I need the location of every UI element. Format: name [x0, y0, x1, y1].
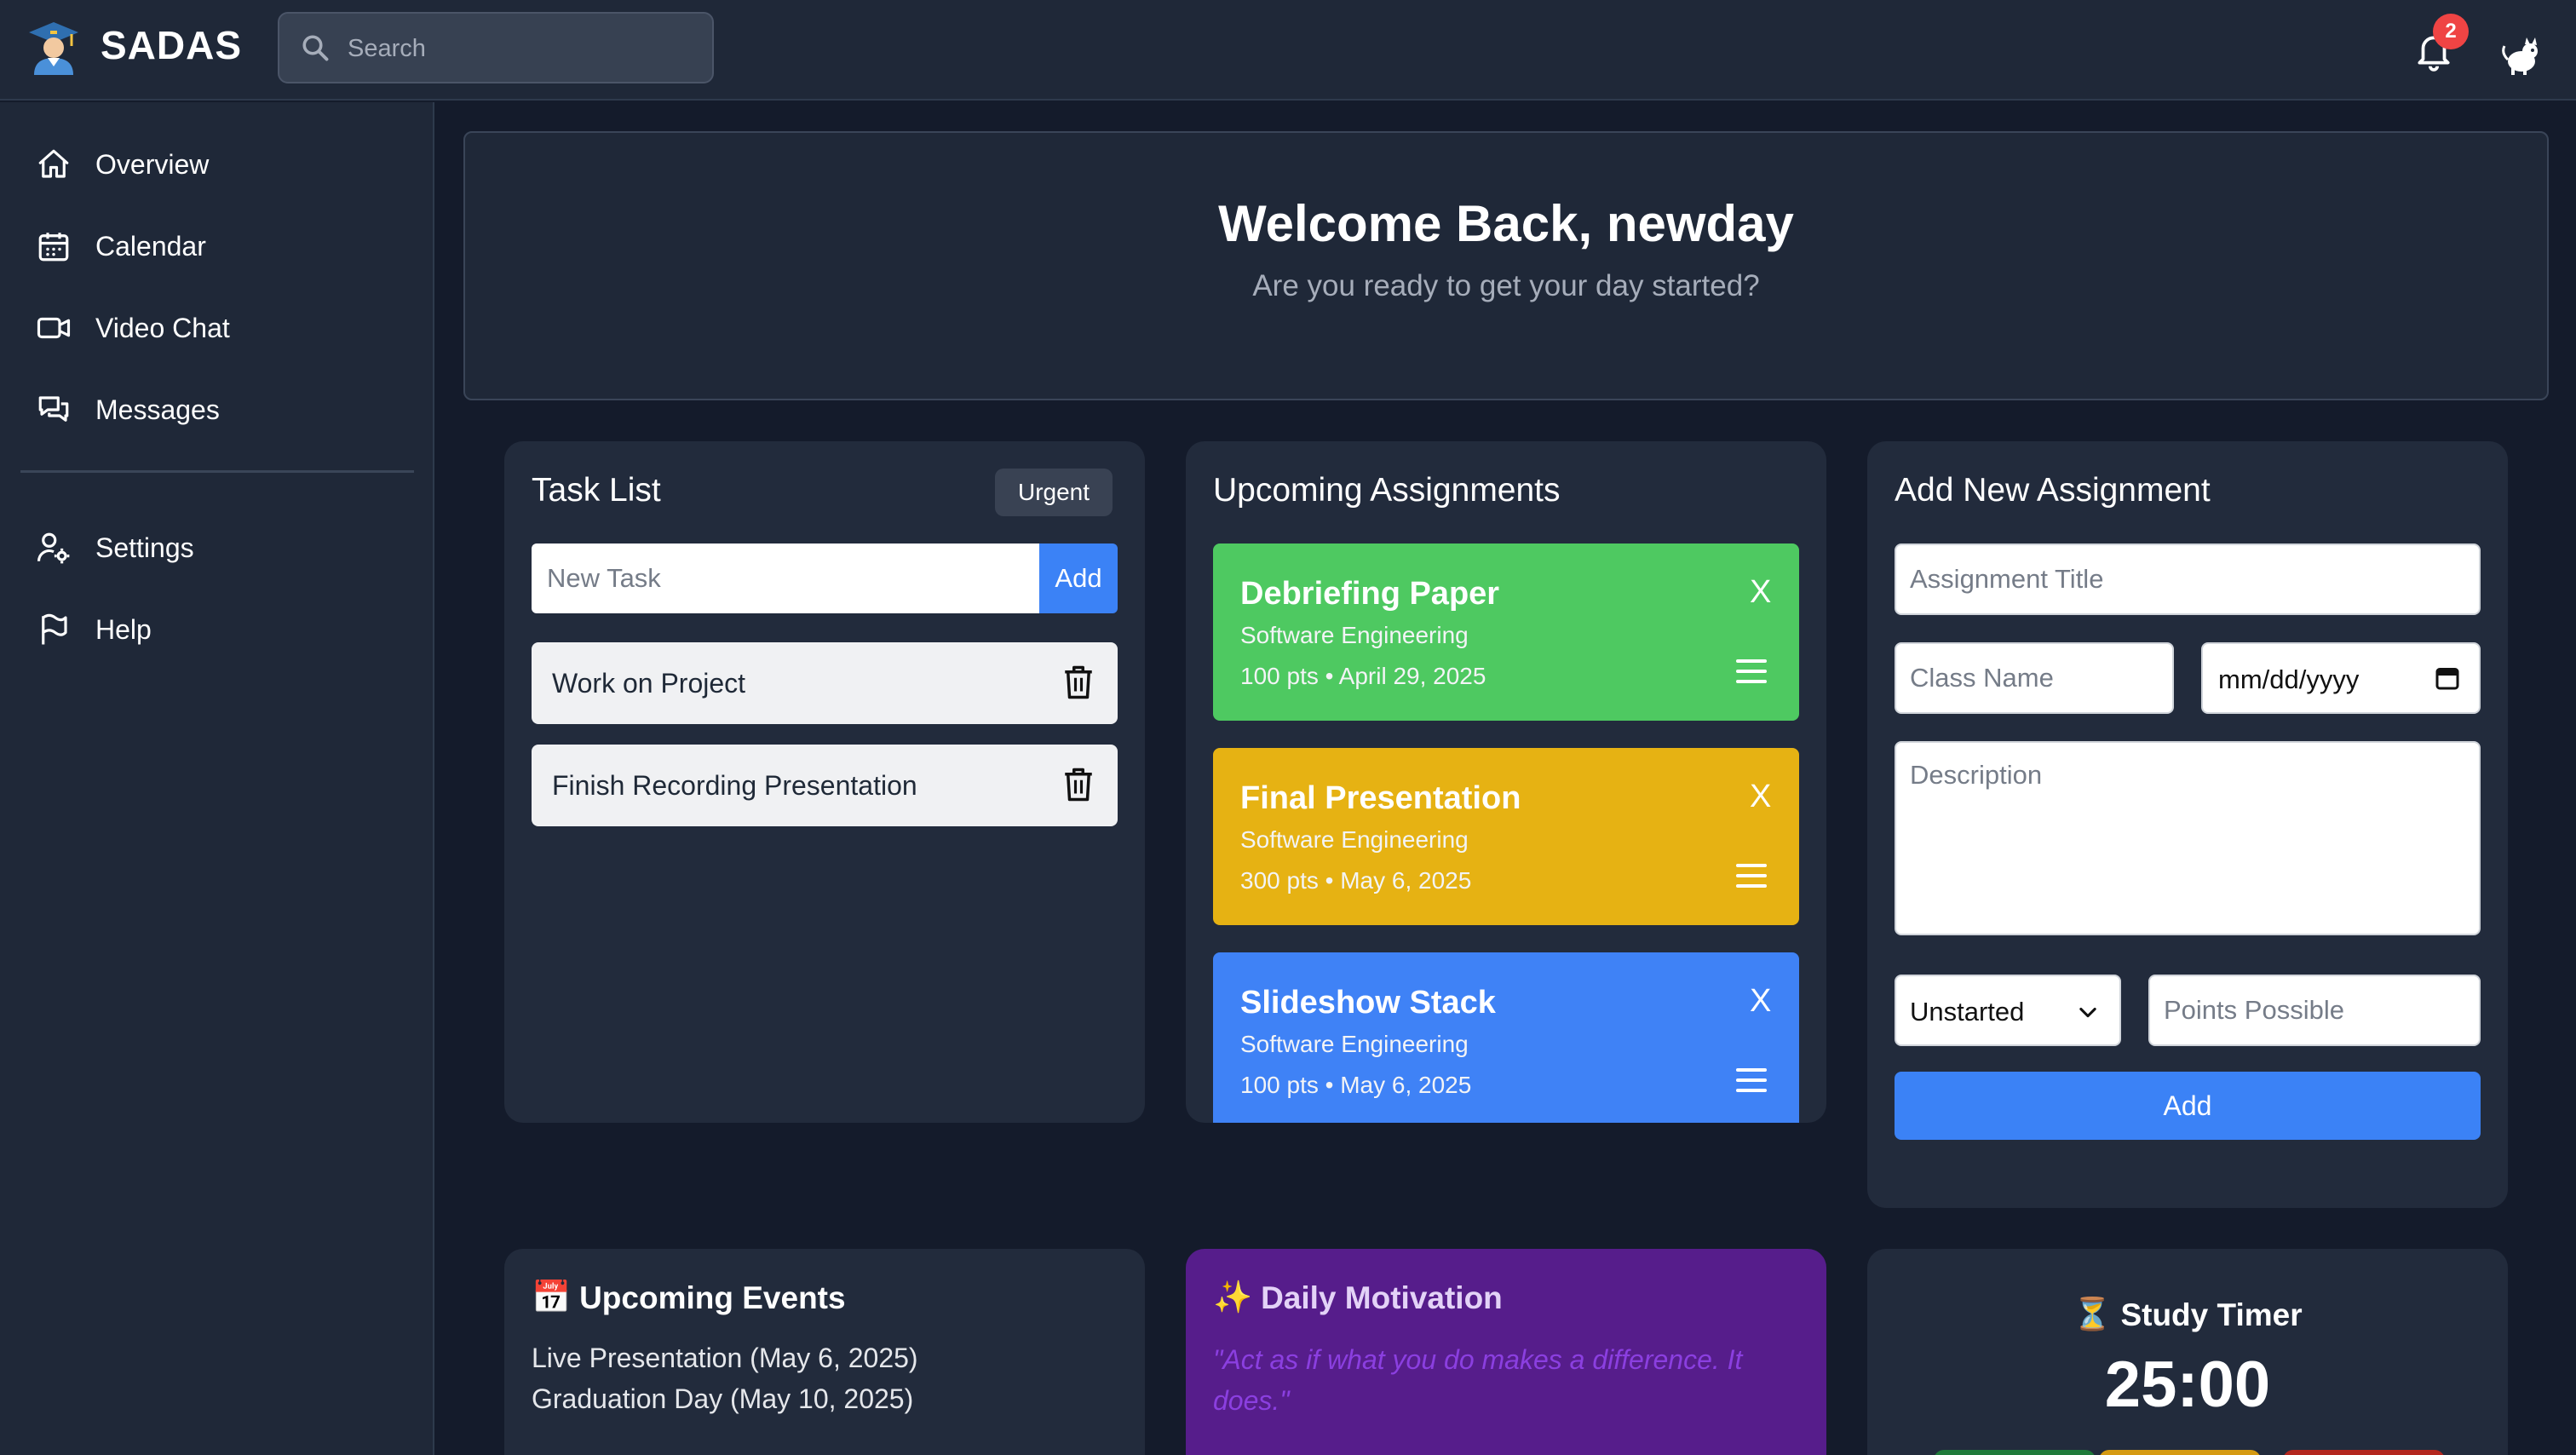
sidebar-item-label: Overview — [95, 148, 210, 180]
sidebar-item-messages[interactable]: Messages — [20, 380, 414, 440]
calendar-icon — [38, 233, 69, 262]
study-timer-card: ⏳ Study Timer 25:00 — [1867, 1249, 2508, 1455]
assignment-close-button[interactable]: X — [1750, 983, 1771, 1020]
date-placeholder: mm/dd/yyyy — [2218, 664, 2360, 694]
top-bar: SADAS 2 — [0, 0, 2576, 101]
add-assignment-title: Add New Assignment — [1895, 472, 2211, 509]
video-icon — [37, 317, 71, 339]
sidebar-item-label: Video Chat — [95, 312, 230, 343]
assignment-title-input[interactable] — [1895, 543, 2481, 615]
add-assignment-card: Add New Assignment mm/dd/yyyy Unstarted … — [1867, 441, 2508, 1208]
assignment-card[interactable]: Slideshow Stack Software Engineering 100… — [1213, 952, 1799, 1123]
points-possible-input[interactable] — [2148, 975, 2481, 1046]
home-icon — [38, 149, 69, 178]
drag-handle-icon[interactable] — [1734, 860, 1768, 891]
status-select[interactable]: Unstarted — [1895, 975, 2121, 1046]
task-label: Finish Recording Presentation — [552, 770, 917, 801]
assignments-title: Upcoming Assignments — [1213, 472, 1561, 509]
search-icon — [302, 35, 329, 61]
sidebar-item-label: Settings — [95, 532, 194, 563]
sidebar-item-calendar[interactable]: Calendar — [20, 216, 414, 276]
welcome-subtitle: Are you ready to get your day started? — [1252, 269, 1760, 302]
timer-reset-button[interactable] — [2283, 1450, 2445, 1455]
assignment-card[interactable]: Debriefing Paper Software Engineering 10… — [1213, 543, 1799, 721]
status-value: Unstarted — [1910, 997, 2025, 1027]
motivation-quote: "Act as if what you do makes a differenc… — [1213, 1344, 1743, 1416]
timer-pause-button[interactable] — [2099, 1450, 2261, 1455]
daily-motivation-card: ✨ Daily Motivation "Act as if what you d… — [1186, 1249, 1826, 1455]
sidebar-item-settings[interactable]: Settings — [20, 518, 414, 578]
assignment-class: Software Engineering — [1240, 826, 1469, 853]
search-box[interactable] — [278, 12, 714, 83]
assignment-class: Software Engineering — [1240, 622, 1469, 648]
trash-icon[interactable] — [1063, 664, 1094, 700]
assignment-title: Debriefing Paper — [1240, 576, 1500, 612]
task-item[interactable]: Work on Project — [532, 642, 1118, 724]
sidebar-item-video-chat[interactable]: Video Chat — [20, 298, 414, 358]
sidebar: Overview Calendar Video Chat Messages Se… — [0, 102, 434, 1455]
task-label: Work on Project — [552, 668, 746, 699]
timer-display: 25:00 — [2104, 1349, 2271, 1421]
assignment-class: Software Engineering — [1240, 1031, 1469, 1057]
class-name-input[interactable] — [1895, 642, 2174, 714]
notification-badge: 2 — [2433, 14, 2469, 49]
chat-icon — [38, 396, 69, 422]
assignment-meta: 100 pts • April 29, 2025 — [1240, 663, 1486, 689]
upcoming-assignments-card: Upcoming Assignments Debriefing Paper So… — [1186, 441, 1826, 1123]
motivation-title: Daily Motivation — [1261, 1280, 1503, 1315]
task-list-title: Task List — [532, 472, 661, 509]
upcoming-events-card: 📅 Upcoming Events Live Presentation (May… — [504, 1249, 1145, 1455]
sidebar-divider — [20, 470, 414, 473]
add-task-button[interactable]: Add — [1039, 543, 1118, 613]
motivation-heading: ✨ Daily Motivation — [1213, 1280, 1503, 1316]
events-heading: 📅 Upcoming Events — [532, 1280, 846, 1316]
hourglass-icon: ⏳ — [2073, 1297, 2113, 1331]
search-input[interactable] — [348, 26, 688, 72]
calendar-emoji-icon: 📅 — [532, 1280, 572, 1314]
description-textarea[interactable] — [1895, 741, 2481, 935]
task-item[interactable]: Finish Recording Presentation — [532, 745, 1118, 826]
assignment-title: Final Presentation — [1240, 780, 1521, 816]
assignment-close-button[interactable]: X — [1750, 574, 1771, 611]
timer-start-button[interactable] — [1934, 1450, 2096, 1455]
chevron-down-icon — [2079, 1007, 2096, 1018]
user-settings-icon — [37, 532, 70, 564]
welcome-title: Welcome Back, newday — [1218, 195, 1794, 252]
drag-handle-icon[interactable] — [1734, 656, 1768, 687]
brand-name[interactable]: SADAS — [101, 22, 242, 68]
task-list-card: Task List Urgent Add Work on Project Fin… — [504, 441, 1145, 1123]
events-title: Upcoming Events — [579, 1280, 846, 1315]
flag-icon — [42, 613, 67, 645]
sidebar-item-label: Calendar — [95, 230, 206, 262]
urgent-button[interactable]: Urgent — [995, 469, 1113, 516]
event-item: Graduation Day (May 10, 2025) — [532, 1383, 914, 1414]
event-item: Live Presentation (May 6, 2025) — [532, 1343, 918, 1373]
new-task-input[interactable] — [532, 543, 1039, 613]
sparkles-icon: ✨ — [1213, 1280, 1253, 1314]
sidebar-item-help[interactable]: Help — [20, 600, 414, 659]
sidebar-item-label: Messages — [95, 394, 220, 425]
timer-heading: ⏳ Study Timer — [1867, 1297, 2508, 1333]
assignment-meta: 300 pts • May 6, 2025 — [1240, 867, 1472, 894]
assignment-meta: 100 pts • May 6, 2025 — [1240, 1072, 1472, 1098]
add-assignment-button[interactable]: Add — [1895, 1072, 2481, 1140]
graduate-logo-icon — [29, 22, 78, 75]
assignment-title: Slideshow Stack — [1240, 985, 1496, 1021]
timer-title: Study Timer — [2120, 1297, 2303, 1332]
sidebar-item-overview[interactable]: Overview — [20, 135, 414, 194]
assignment-card[interactable]: Final Presentation Software Engineering … — [1213, 748, 1799, 925]
avatar-icon[interactable] — [2501, 37, 2544, 75]
calendar-picker-icon[interactable] — [2435, 664, 2460, 692]
sidebar-item-label: Help — [95, 613, 152, 645]
trash-icon[interactable] — [1063, 767, 1094, 802]
due-date-input[interactable]: mm/dd/yyyy — [2201, 642, 2481, 714]
assignment-close-button[interactable]: X — [1750, 779, 1771, 815]
welcome-banner: Welcome Back, newday Are you ready to ge… — [463, 131, 2549, 400]
drag-handle-icon[interactable] — [1734, 1065, 1768, 1096]
